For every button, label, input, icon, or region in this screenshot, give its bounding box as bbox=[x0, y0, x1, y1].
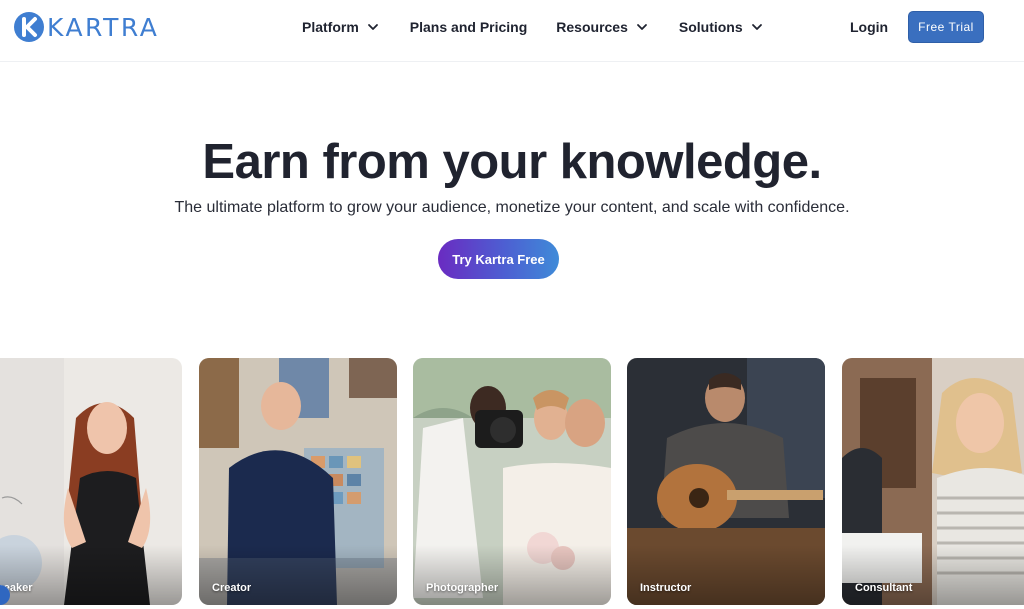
free-trial-button[interactable]: Free Trial bbox=[908, 11, 984, 43]
persona-card-consultant[interactable]: Consultant bbox=[842, 358, 1024, 605]
try-kartra-free-button[interactable]: Try Kartra Free bbox=[438, 239, 559, 279]
nav-item-label: Platform bbox=[302, 19, 359, 35]
card-label: Instructor bbox=[640, 582, 692, 594]
card-label: Photographer bbox=[426, 582, 499, 594]
chevron-down-icon bbox=[367, 24, 378, 30]
k-logo-icon bbox=[14, 12, 44, 42]
nav-item-plans-and-pricing[interactable]: Plans and Pricing bbox=[410, 19, 527, 35]
nav-item-label: Resources bbox=[556, 19, 628, 35]
brand-name: KARTRA bbox=[47, 12, 160, 42]
site-header: KARTRA Platform Plans and Pricing Resour… bbox=[0, 0, 1024, 62]
hero-title: Earn from your knowledge. bbox=[202, 135, 822, 189]
persona-card-photographer[interactable]: Photographer bbox=[413, 358, 611, 605]
nav-item-platform[interactable]: Platform bbox=[302, 19, 379, 35]
nav-item-solutions[interactable]: Solutions bbox=[679, 19, 763, 35]
persona-card-speaker[interactable]: peaker bbox=[0, 358, 182, 605]
card-label: Creator bbox=[212, 582, 252, 594]
kartra-logo[interactable]: KARTRA bbox=[14, 11, 159, 43]
nav-item-label: Plans and Pricing bbox=[409, 19, 528, 35]
chevron-down-icon bbox=[636, 24, 647, 30]
login-link[interactable]: Login bbox=[850, 19, 888, 35]
hero-subtitle: The ultimate platform to grow your audie… bbox=[174, 199, 850, 216]
main-nav: Platform Plans and Pricing Resources Sol… bbox=[302, 19, 763, 35]
persona-card-instructor[interactable]: Instructor bbox=[627, 358, 825, 605]
chevron-down-icon bbox=[751, 24, 762, 30]
nav-item-resources[interactable]: Resources bbox=[556, 19, 648, 35]
persona-card-creator[interactable]: Creator bbox=[199, 358, 397, 605]
nav-item-label: Solutions bbox=[678, 19, 743, 35]
card-label: Consultant bbox=[855, 582, 913, 594]
